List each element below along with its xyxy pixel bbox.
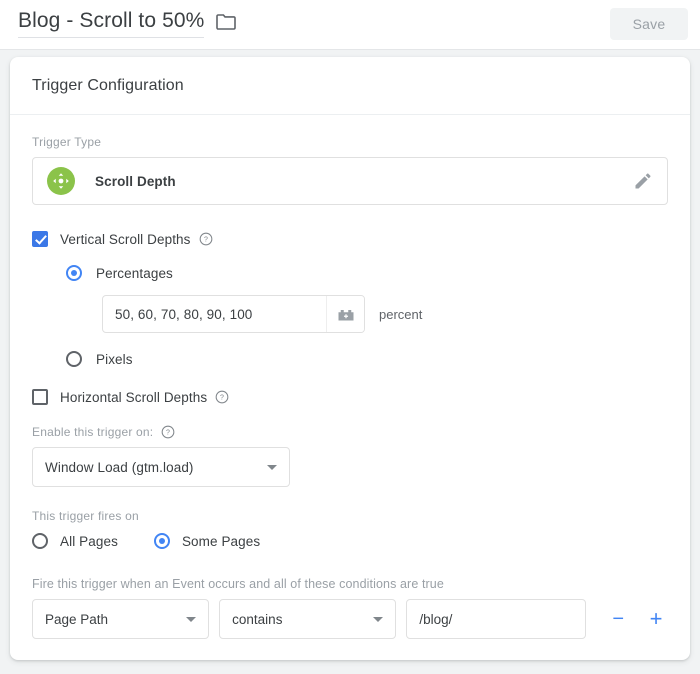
add-condition-button[interactable]: +: [644, 608, 668, 630]
trigger-configuration-card: Trigger Configuration Trigger Type Scrol…: [10, 57, 690, 660]
trigger-type-label: Trigger Type: [32, 135, 668, 149]
enable-trigger-label-row: Enable this trigger on: ?: [32, 425, 668, 439]
trigger-type-box[interactable]: Scroll Depth: [32, 157, 668, 205]
condition-operator-select[interactable]: contains: [219, 599, 396, 639]
app-root: Blog - Scroll to 50% Save Trigger Config…: [0, 0, 700, 674]
variable-picker-icon[interactable]: [326, 296, 364, 332]
fires-on-options: All Pages Some Pages: [32, 533, 668, 549]
help-circle-icon-enable[interactable]: ?: [161, 425, 175, 439]
conditions-label: Fire this trigger when an Event occurs a…: [32, 577, 668, 591]
card-title: Trigger Configuration: [32, 77, 184, 95]
card-header: Trigger Configuration: [10, 57, 690, 115]
pixels-label: Pixels: [96, 352, 133, 367]
trigger-type-name: Scroll Depth: [95, 174, 176, 189]
vertical-scroll-depths-row[interactable]: Vertical Scroll Depths ?: [32, 231, 668, 247]
horizontal-scroll-depths-label: Horizontal Scroll Depths: [60, 390, 207, 405]
condition-row: Page Path contains − +: [32, 599, 668, 639]
condition-variable-value: Page Path: [45, 612, 108, 627]
scroll-depth-icon: [47, 167, 75, 195]
save-button[interactable]: Save: [610, 8, 688, 40]
chevron-down-icon-operator: [373, 617, 383, 622]
condition-operator-value: contains: [232, 612, 282, 627]
help-circle-icon-horizontal[interactable]: ?: [215, 390, 229, 404]
title-area: Blog - Scroll to 50%: [18, 8, 236, 38]
card-body: Trigger Type Scroll Depth V: [10, 115, 690, 639]
percentages-label: Percentages: [96, 266, 173, 281]
enable-trigger-label: Enable this trigger on:: [32, 425, 153, 439]
percentages-row[interactable]: Percentages: [66, 265, 668, 281]
chevron-down-icon-enable: [267, 465, 277, 470]
some-pages-label: Some Pages: [182, 534, 260, 549]
top-bar: Blog - Scroll to 50% Save: [0, 0, 700, 50]
condition-variable-select[interactable]: Page Path: [32, 599, 209, 639]
percentages-radio[interactable]: [66, 265, 82, 281]
svg-text:?: ?: [220, 395, 224, 402]
pixels-row[interactable]: Pixels: [66, 351, 668, 367]
condition-value-input[interactable]: [406, 599, 586, 639]
percentages-input[interactable]: [103, 296, 326, 332]
all-pages-radio[interactable]: [32, 533, 48, 549]
chevron-down-icon-variable: [186, 617, 196, 622]
horizontal-scroll-depths-checkbox[interactable]: [32, 389, 48, 405]
pencil-icon[interactable]: [633, 171, 657, 191]
pixels-radio[interactable]: [66, 351, 82, 367]
svg-text:?: ?: [204, 237, 208, 244]
vertical-scroll-depths-checkbox[interactable]: [32, 231, 48, 247]
remove-condition-button[interactable]: −: [606, 609, 630, 629]
folder-icon[interactable]: [216, 14, 236, 35]
percentages-input-group: [102, 295, 365, 333]
percentages-input-row: percent: [102, 295, 668, 333]
some-pages-radio[interactable]: [154, 533, 170, 549]
page-title[interactable]: Blog - Scroll to 50%: [18, 8, 204, 38]
enable-trigger-select[interactable]: Window Load (gtm.load): [32, 447, 290, 487]
vertical-scroll-depths-label: Vertical Scroll Depths: [60, 232, 191, 247]
enable-trigger-value: Window Load (gtm.load): [45, 460, 194, 475]
svg-text:?: ?: [166, 430, 170, 437]
fires-on-label: This trigger fires on: [32, 509, 668, 523]
percent-unit-label: percent: [379, 307, 422, 322]
all-pages-label: All Pages: [60, 534, 118, 549]
help-circle-icon-vertical[interactable]: ?: [199, 232, 213, 246]
horizontal-scroll-depths-row[interactable]: Horizontal Scroll Depths ?: [32, 389, 668, 405]
